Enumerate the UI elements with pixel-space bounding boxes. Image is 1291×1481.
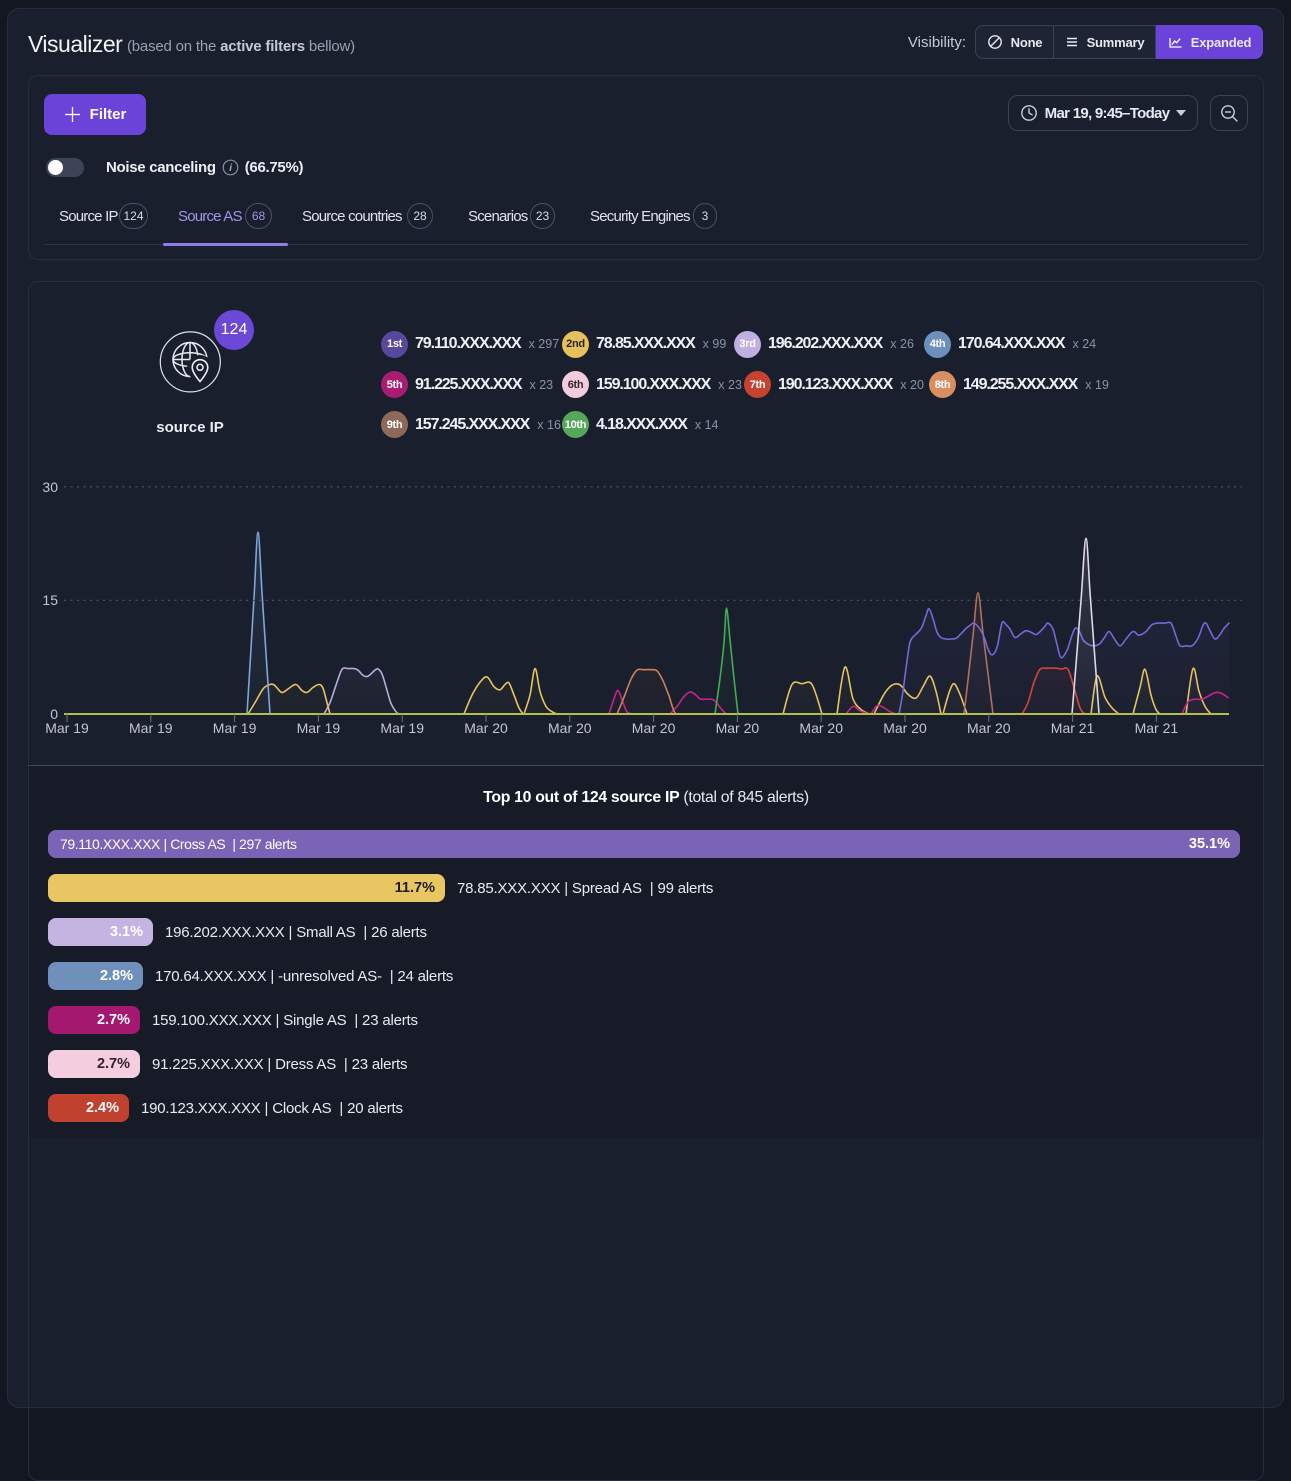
svg-text:i: i [229, 163, 232, 174]
svg-text:Mar 20: Mar 20 [799, 720, 843, 736]
svg-text:Mar 19: Mar 19 [213, 720, 257, 736]
svg-text:Mar 19: Mar 19 [297, 720, 341, 736]
svg-text:Mar 20: Mar 20 [632, 720, 676, 736]
svg-text:15: 15 [42, 592, 58, 608]
svg-text:Mar 21: Mar 21 [1051, 720, 1095, 736]
svg-text:Mar 20: Mar 20 [967, 720, 1011, 736]
svg-text:Mar 19: Mar 19 [45, 720, 89, 736]
svg-text:Mar 20: Mar 20 [883, 720, 927, 736]
svg-text:30: 30 [42, 479, 58, 495]
svg-text:Mar 21: Mar 21 [1135, 720, 1179, 736]
svg-text:Mar 20: Mar 20 [716, 720, 760, 736]
svg-text:Mar 19: Mar 19 [129, 720, 173, 736]
svg-text:Mar 20: Mar 20 [548, 720, 592, 736]
svg-text:Mar 19: Mar 19 [380, 720, 424, 736]
svg-text:Mar 20: Mar 20 [464, 720, 508, 736]
